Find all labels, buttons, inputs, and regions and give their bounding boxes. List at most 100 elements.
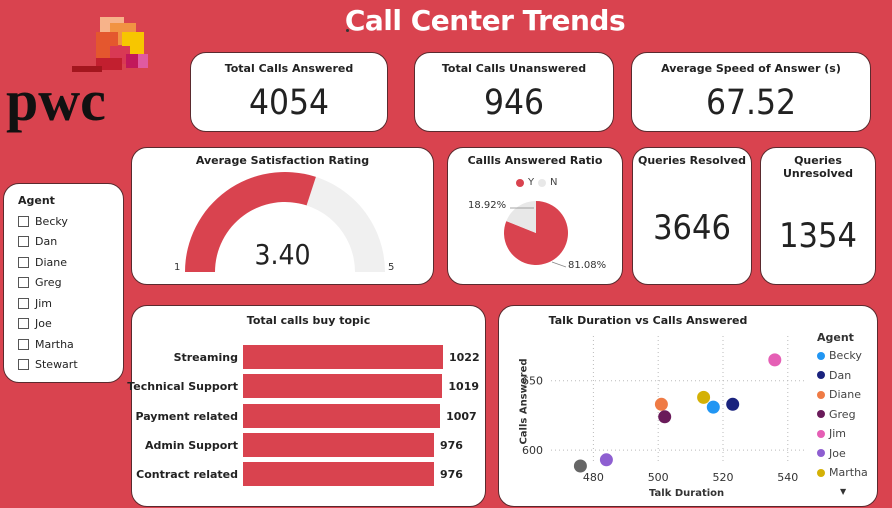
- legend-item-jim[interactable]: Jim: [817, 427, 846, 440]
- x-tick-label: 520: [713, 471, 734, 484]
- kpi-label: Queries Resolved: [638, 154, 746, 167]
- title-bullet: [346, 29, 349, 32]
- legend-dot: [817, 449, 825, 457]
- gauge-min: 1: [174, 262, 181, 273]
- kpi-queries-resolved[interactable]: Queries Resolved 3646: [632, 147, 752, 285]
- slicer-item-joe[interactable]: Joe: [18, 316, 52, 332]
- pwc-logo-mark: pwc: [6, 17, 148, 133]
- scatter-point-greg[interactable]: [658, 410, 672, 424]
- scatter-point-joe[interactable]: [599, 453, 613, 467]
- scatter-point-becky[interactable]: [706, 400, 720, 414]
- legend-item-joe[interactable]: Joe: [817, 447, 846, 460]
- kpi-total-answered[interactable]: Total Calls Answered 4054: [190, 52, 388, 132]
- gauge-card[interactable]: Average Satisfaction Rating 3.40 1 5: [131, 147, 434, 285]
- gauge-max: 5: [388, 262, 395, 273]
- checkbox-icon[interactable]: [18, 236, 29, 247]
- slicer-item-dan[interactable]: Dan: [18, 234, 57, 250]
- scatter-point-diane[interactable]: [654, 397, 668, 411]
- slicer-item-label: Joe: [35, 317, 52, 330]
- ratio-card[interactable]: Callls Answered Ratio Y N 18.92% 81.08%: [447, 147, 623, 285]
- kpi-total-unanswered[interactable]: Total Calls Unanswered 946: [414, 52, 614, 132]
- kpi-value: 4054: [248, 83, 330, 123]
- legend-dot: [817, 410, 825, 418]
- chevron-down-icon[interactable]: ▼: [840, 487, 846, 496]
- slicer-title: Agent: [18, 194, 55, 207]
- checkbox-icon[interactable]: [18, 277, 29, 288]
- dashboard-title: Call Center Trends: [344, 4, 626, 37]
- scatter-point-dan[interactable]: [726, 397, 740, 411]
- topic-bar[interactable]: [243, 374, 443, 399]
- pwc-logo: pwc: [6, 14, 156, 134]
- legend-item-martha[interactable]: Martha: [817, 466, 868, 479]
- slicer-item-diane[interactable]: Diane: [18, 254, 67, 270]
- legend-label: Joe: [829, 446, 846, 460]
- scatter-point-jim[interactable]: [768, 353, 782, 367]
- slicer-item-label: Becky: [35, 214, 68, 228]
- slicer-item-jim[interactable]: Jim: [18, 295, 52, 311]
- checkbox-icon[interactable]: [18, 297, 29, 309]
- kpi-avg-speed[interactable]: Average Speed of Answer (s) 67.52: [631, 52, 871, 132]
- legend-item-becky[interactable]: Becky: [817, 349, 862, 362]
- slicer-item-label: Diane: [35, 255, 68, 269]
- checkbox-icon[interactable]: [18, 359, 29, 370]
- legend-label: Becky: [829, 349, 862, 362]
- x-tick-label: 540: [777, 471, 798, 484]
- topic-value: 976: [439, 438, 463, 452]
- checkbox-icon[interactable]: [18, 318, 29, 329]
- agent-slicer[interactable]: Agent Becky Dan Diane Greg Jim Joe Martha Stewa…: [3, 183, 124, 383]
- kpi-value: 3646: [653, 208, 731, 248]
- kpi-value: 1354: [779, 216, 857, 256]
- topics-title: Total calls buy topic: [246, 314, 371, 327]
- legend-dot: [817, 371, 825, 379]
- scatter-point-martha[interactable]: [697, 390, 711, 404]
- slicer-item-becky[interactable]: Becky: [18, 213, 68, 229]
- slicer-item-label: Martha: [35, 337, 74, 351]
- legend-label: Diane: [829, 388, 862, 401]
- slicer-item-stewart[interactable]: Stewart: [18, 357, 78, 373]
- topic-label: Contract related: [136, 468, 238, 482]
- topic-bar[interactable]: [243, 403, 441, 428]
- legend-label: Martha: [829, 466, 868, 479]
- topic-value: 976: [439, 468, 463, 482]
- topic-bar[interactable]: [243, 345, 443, 369]
- slicer-item-greg[interactable]: Greg: [18, 275, 62, 291]
- y-tick-label: 600: [522, 444, 543, 457]
- scatter-legend-title: Agent: [817, 331, 854, 344]
- legend-dot: [817, 351, 825, 360]
- callout-line-y: [551, 261, 567, 268]
- legend-item-greg[interactable]: Greg: [817, 408, 856, 421]
- scatter-card[interactable]: Talk Duration vs Calls Answered 480 500 52…: [498, 305, 878, 507]
- topic-bar[interactable]: [243, 432, 434, 457]
- ratio-pct-n: 18.92%: [468, 200, 507, 211]
- topic-value: 1007: [446, 409, 477, 423]
- kpi-value: 946: [483, 83, 545, 123]
- svg-text:pwc: pwc: [6, 68, 106, 133]
- topic-label: Payment related: [135, 409, 238, 423]
- topic-value: 1019: [448, 380, 480, 394]
- scatter-point-stewart[interactable]: [573, 459, 587, 473]
- slicer-item-label: Greg: [35, 276, 62, 289]
- legend-label: Jim: [829, 427, 847, 440]
- kpi-value: 67.52: [705, 83, 797, 123]
- topics-card[interactable]: Total calls buy topic Streaming 1022 Techn…: [127, 305, 486, 507]
- topic-value: 1022: [449, 351, 480, 364]
- checkbox-icon[interactable]: [18, 215, 29, 227]
- legend-item-diane[interactable]: Diane: [817, 388, 861, 401]
- x-tick-label: 480: [583, 471, 604, 484]
- checkbox-icon[interactable]: [18, 256, 29, 268]
- scatter-xlabel: Talk Duration: [649, 488, 725, 499]
- x-tick-label: 500: [648, 471, 669, 484]
- scatter-ylabel: Calls Answered: [518, 358, 530, 445]
- topic-label: Streaming: [173, 351, 238, 364]
- ratio-pct-y: 81.08%: [568, 260, 607, 271]
- legend-label: Dan: [829, 368, 852, 382]
- kpi-queries-unresolved[interactable]: Queries Unresolved 1354: [760, 147, 876, 285]
- slicer-item-martha[interactable]: Martha: [18, 336, 74, 352]
- checkbox-icon[interactable]: [18, 338, 29, 350]
- topic-bar[interactable]: [243, 462, 434, 487]
- kpi-label: Queries Unresolved: [782, 154, 854, 180]
- legend-dot: [817, 468, 825, 477]
- legend-item-dan[interactable]: Dan: [817, 369, 851, 382]
- kpi-label: Average Speed of Answer (s): [661, 62, 841, 75]
- slicer-item-label: Stewart: [35, 358, 78, 371]
